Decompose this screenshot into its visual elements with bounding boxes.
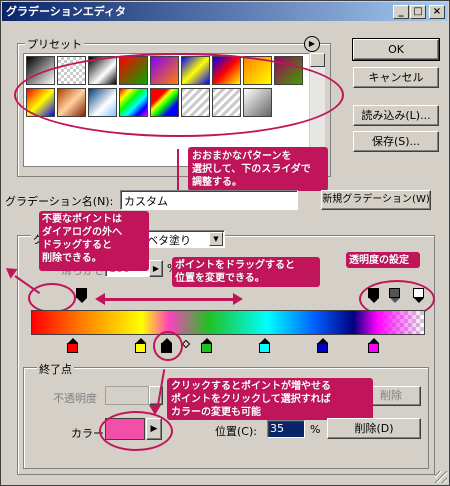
gradient-bar[interactable] (31, 310, 425, 335)
close-button[interactable]: × (429, 5, 445, 19)
preset-menu-icon[interactable]: ▶ (304, 36, 320, 52)
resize-grip-icon[interactable] (435, 471, 447, 483)
color-stop-cyan[interactable] (259, 338, 270, 353)
preset-highlight-oval (14, 53, 344, 137)
opacity-stop[interactable] (368, 288, 379, 303)
selected-stop-circle (153, 331, 183, 361)
left-annotation: 不要なポイントは ダイアログの外へ ドラッグすると 削除できる。 (42, 214, 122, 264)
gradient-name-field[interactable]: カスタム (120, 190, 298, 210)
gradient-type-select[interactable]: ベタ塗り ▼ (143, 230, 225, 248)
top-annotation: おおまかなパターンを 選択して、下のスライダで 調整する。 (192, 151, 311, 188)
opacity-stop[interactable] (389, 288, 400, 303)
opacity-stop[interactable] (76, 288, 87, 303)
window-title: グラデーションエディタ (6, 5, 127, 18)
title-bar: グラデーションエディタ _ □ × (2, 2, 448, 21)
opacity-stop[interactable] (413, 288, 424, 303)
minimize-button[interactable]: _ (393, 5, 409, 19)
scroll-thumb[interactable] (310, 53, 325, 67)
delete-color-button[interactable]: 削除(D) (327, 418, 421, 439)
color-stop-magenta[interactable] (368, 338, 379, 353)
chevron-down-icon[interactable]: ▼ (209, 232, 223, 246)
click-annotation: クリックするとポイントが増やせる ポイントをクリックして選択すれば カラーの変更… (171, 381, 331, 418)
gradient-type-value: ベタ塗り (147, 234, 191, 247)
maximize-button[interactable]: □ (410, 5, 426, 19)
stops-label: 終了点 (37, 361, 74, 377)
gradient-editor-window: グラデーションエディタ _ □ × プリセット ▶ OK キャンセル 読み込み(… (0, 0, 450, 486)
delete-opacity-label: 削除 (380, 389, 402, 402)
color-stop-yellow[interactable] (135, 338, 146, 353)
location-label: 位置(C): (215, 425, 257, 438)
smoothness-arrow-button[interactable]: ▶ (149, 260, 163, 277)
preset-label: プリセット (25, 36, 84, 52)
drag-annotation: ポイントをドラッグすると 位置を変更できる。 (175, 260, 295, 284)
location-unit: % (310, 423, 321, 436)
save-button[interactable]: 保存(S)... (353, 131, 439, 152)
color-stop-green[interactable] (201, 338, 212, 353)
arrow-head (95, 293, 105, 305)
color-swatch-oval (99, 411, 173, 451)
arrow-head (233, 293, 243, 305)
color-stop-blue[interactable] (317, 338, 328, 353)
new-gradient-button[interactable]: 新規グラデーション(W) (321, 190, 431, 210)
load-button[interactable]: 読み込み(L)... (353, 105, 439, 126)
gradient-name-label: グラデーション名(N): (5, 195, 114, 208)
cancel-button[interactable]: キャンセル (353, 67, 439, 88)
arrow-line (105, 298, 233, 301)
ok-button[interactable]: OK (352, 38, 440, 61)
opacity-label: 不透明度 (53, 392, 97, 405)
opacity-annotation: 透明度の設定 (349, 255, 409, 266)
location-field[interactable]: 35 (267, 420, 305, 438)
removed-point-oval (28, 283, 76, 313)
opacity-field (105, 386, 149, 405)
color-stop-red[interactable] (67, 338, 78, 353)
